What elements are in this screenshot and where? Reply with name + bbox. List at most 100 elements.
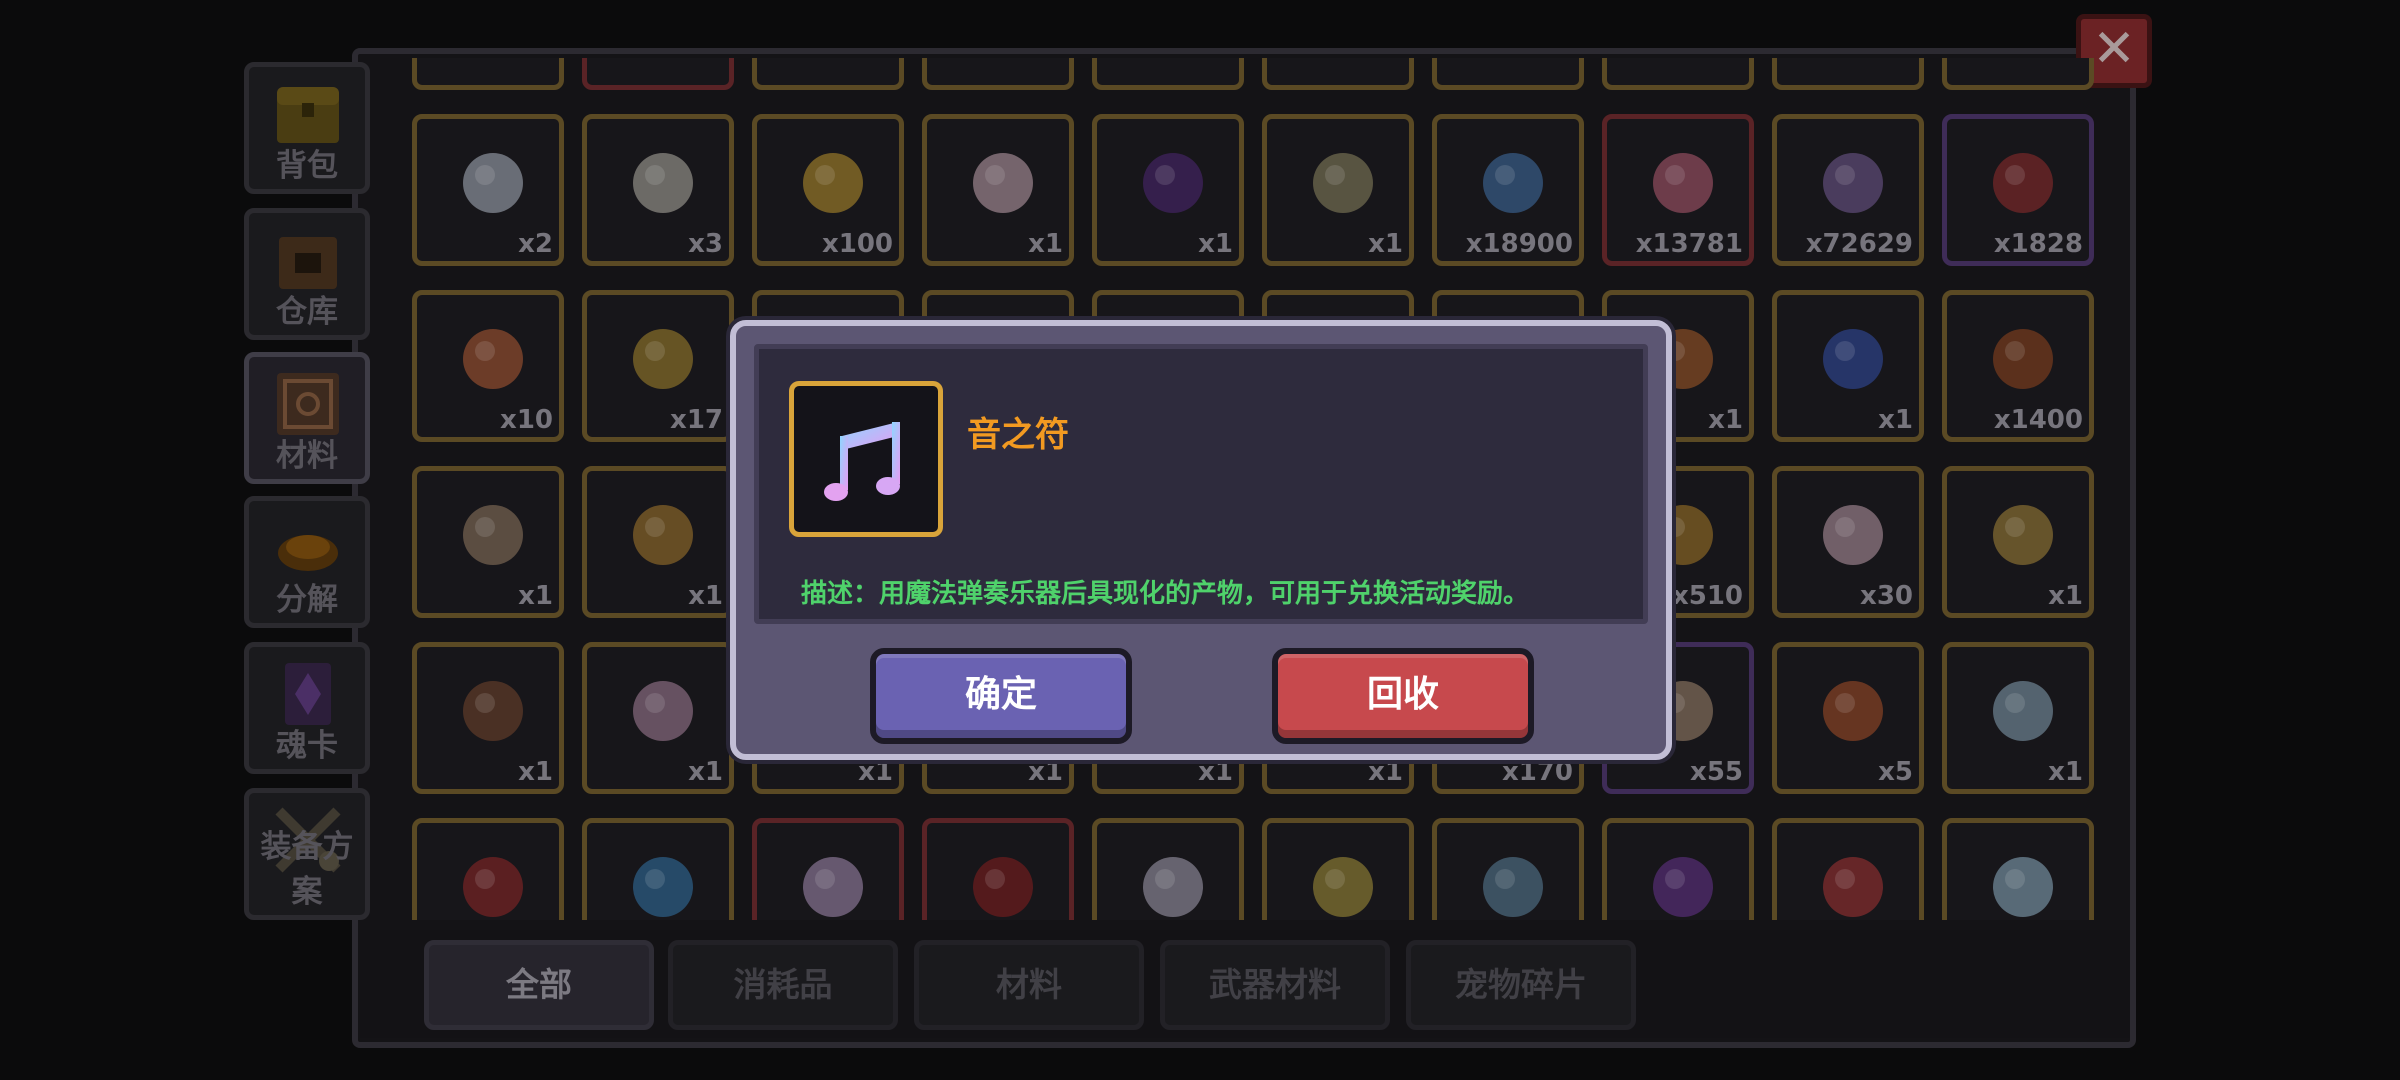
white-flower-icon <box>1143 857 1203 917</box>
item-count: x1 <box>688 757 723 787</box>
item-count: x100 <box>821 229 893 259</box>
item-count: x1 <box>2048 581 2083 611</box>
side-tab-warehouse[interactable]: 仓库 <box>244 208 370 340</box>
gold-cross-icon <box>633 329 693 389</box>
gold-pile-icon <box>1993 505 2053 565</box>
item-name: 音之符 <box>967 415 1069 455</box>
side-tab-backpack[interactable]: 背包 <box>244 62 370 194</box>
item-count: x1828 <box>1993 229 2083 259</box>
inventory-slot[interactable]: x5 <box>1772 642 1924 794</box>
inventory-slot[interactable] <box>412 58 564 90</box>
inventory-slot[interactable]: x1 <box>1092 114 1244 266</box>
side-tab-soul-card[interactable]: 魂卡 <box>244 642 370 774</box>
inventory-slot[interactable] <box>752 58 904 90</box>
inventory-slot[interactable] <box>1432 818 1584 920</box>
recycle-button[interactable]: 回收 <box>1272 648 1534 744</box>
inventory-slot[interactable]: x72629 <box>1772 114 1924 266</box>
inventory-slot[interactable]: x1400 <box>1942 290 2094 442</box>
filter-tab-weapon-materials[interactable]: 武器材料 <box>1160 940 1390 1030</box>
item-count: x1 <box>1878 405 1913 435</box>
inventory-slot[interactable]: x18900 <box>1432 114 1584 266</box>
inventory-slot[interactable]: x1828 <box>1942 114 2094 266</box>
item-count: x1400 <box>1993 405 2083 435</box>
purple-gem-icon <box>1653 857 1713 917</box>
inventory-slot[interactable]: x1 <box>1772 290 1924 442</box>
inventory-slot[interactable] <box>1942 818 2094 920</box>
inventory-slot[interactable] <box>1092 58 1244 90</box>
filter-tab-consumables[interactable]: 消耗品 <box>668 940 898 1030</box>
item-count: x1 <box>1708 405 1743 435</box>
inventory-slot[interactable]: x1 <box>1942 642 2094 794</box>
bottle-icon <box>633 153 693 213</box>
inventory-slot[interactable] <box>1432 58 1584 90</box>
inventory-slot[interactable] <box>922 818 1074 920</box>
chinese-knot-icon <box>973 857 1033 917</box>
inventory-slot[interactable] <box>1262 58 1414 90</box>
item-count: x1 <box>858 757 893 787</box>
party-popper-icon <box>1313 857 1373 917</box>
inventory-slot[interactable]: x1 <box>412 642 564 794</box>
inventory-slot[interactable] <box>582 818 734 920</box>
side-tab-materials[interactable]: 材料 <box>244 352 370 484</box>
inventory-slot[interactable] <box>1942 58 2094 90</box>
side-tab-equipment-plan[interactable]: 装备方案 <box>244 788 370 920</box>
cream-icon <box>973 153 1033 213</box>
inventory-slot[interactable] <box>752 818 904 920</box>
item-count: x30 <box>1860 581 1913 611</box>
red-rose-icon <box>1823 857 1883 917</box>
inventory-slot[interactable]: x1 <box>582 642 734 794</box>
inventory-slot[interactable] <box>412 818 564 920</box>
filter-tab-all[interactable]: 全部 <box>424 940 654 1030</box>
item-detail-dialog: 音之符 描述：用魔法弹奏乐器后具现化的产物，可用于兑换活动奖励。 确定 回收 <box>730 320 1672 760</box>
ice-wing-icon <box>1993 857 2053 917</box>
inventory-slot[interactable] <box>1602 818 1754 920</box>
inventory-slot[interactable]: x1 <box>922 114 1074 266</box>
item-count: x1 <box>1028 757 1063 787</box>
side-tab-label: 魂卡 <box>276 728 338 764</box>
inventory-slot[interactable] <box>582 58 734 90</box>
inventory-slot[interactable]: x30 <box>1772 466 1924 618</box>
inventory-slot[interactable] <box>1772 818 1924 920</box>
inventory-slot[interactable]: x10 <box>412 290 564 442</box>
item-count: x1 <box>2048 757 2083 787</box>
mushroom-icon <box>463 681 523 741</box>
item-count: x18900 <box>1465 229 1573 259</box>
inventory-slot[interactable]: x3 <box>582 114 734 266</box>
purple-star-icon <box>1143 153 1203 213</box>
inventory-slot[interactable]: x1 <box>1262 114 1414 266</box>
inventory-slot[interactable]: x1 <box>582 466 734 618</box>
music-note-icon <box>824 422 900 501</box>
side-tab-disassemble[interactable]: 分解 <box>244 496 370 628</box>
inventory-slot[interactable]: x1 <box>1942 466 2094 618</box>
inventory-slot[interactable]: x100 <box>752 114 904 266</box>
frog-medal-icon <box>1313 153 1373 213</box>
inventory-slot[interactable] <box>1262 818 1414 920</box>
screw-icon <box>1483 857 1543 917</box>
filter-tab-materials[interactable]: 材料 <box>914 940 1144 1030</box>
item-count: x13781 <box>1635 229 1743 259</box>
inventory-slot[interactable] <box>922 58 1074 90</box>
item-count: x1 <box>1368 229 1403 259</box>
inventory-slot[interactable]: x1 <box>412 466 564 618</box>
item-count: x3 <box>688 229 723 259</box>
inventory-slot[interactable] <box>1602 58 1754 90</box>
side-tab-label: 分解 <box>276 582 338 618</box>
inventory-slot[interactable] <box>1772 58 1924 90</box>
side-tab-label: 背包 <box>276 148 338 184</box>
inventory-slot[interactable]: x13781 <box>1602 114 1754 266</box>
inventory-slot[interactable] <box>1092 818 1244 920</box>
filter-tab-pet-fragments[interactable]: 宠物碎片 <box>1406 940 1636 1030</box>
pink-flower-icon <box>1653 153 1713 213</box>
side-tab-label: 仓库 <box>276 294 338 330</box>
purple-flower-icon <box>1823 153 1883 213</box>
item-count: x5 <box>1878 757 1913 787</box>
inventory-slot[interactable]: x2 <box>412 114 564 266</box>
item-count: x1 <box>1368 757 1403 787</box>
item-count: x72629 <box>1805 229 1913 259</box>
hourglass-icon <box>1993 153 2053 213</box>
confirm-button[interactable]: 确定 <box>870 648 1132 744</box>
roast-icon <box>1993 329 2053 389</box>
item-count: x2 <box>518 229 553 259</box>
star-ticket-icon <box>803 857 863 917</box>
inventory-slot[interactable]: x17 <box>582 290 734 442</box>
